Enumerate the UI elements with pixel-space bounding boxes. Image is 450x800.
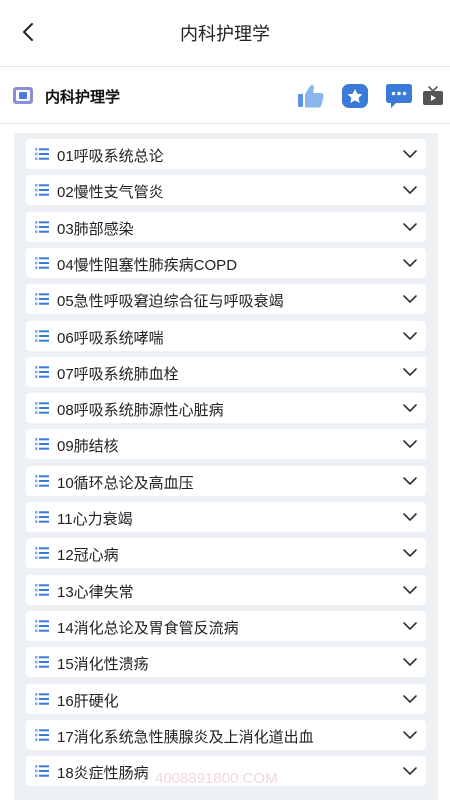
chapter-item[interactable]: 05急性呼吸窘迫综合征与呼吸衰竭 [26,284,426,315]
chat-bubble-icon [386,84,412,108]
chapter-item[interactable]: 06呼吸系统哮喘 [26,320,426,351]
chapter-title: 09肺结核 [57,438,119,456]
list-icon [35,547,49,560]
course-bar: 内科护理学 [0,67,450,123]
chevron-down-icon[interactable] [402,729,418,741]
chevron-down-icon[interactable] [402,438,418,450]
chapter-item[interactable]: 01呼吸系统总论 [26,139,426,169]
nav-bar: 内科护理学 [0,0,450,66]
chapter-title: 06呼吸系统哮喘 [57,329,164,347]
list-icon [35,220,49,233]
comment-button[interactable] [385,83,413,109]
list-icon [35,619,49,632]
list-icon [35,656,49,669]
list-icon [35,148,49,160]
chapter-item[interactable]: 14消化总论及胃食管反流病 [26,610,426,641]
course-book-icon [13,87,33,104]
chapter-item[interactable]: 17消化系统急性胰腺炎及上消化道出血 [26,719,426,750]
list-icon [35,329,49,342]
chapter-title: 18炎症性肠病 [57,765,149,783]
chapter-list: 01呼吸系统总论 02慢性支气管炎 03肺部感染 04慢性阻塞性肺疾病COPD 05急性… [14,133,438,800]
chapter-item[interactable]: 08呼吸系统肺源性心脏病 [26,393,426,424]
chapter-title: 01呼吸系统总论 [57,148,164,165]
chapter-title: 13心律失常 [57,583,134,601]
list-icon [35,583,49,596]
chevron-down-icon[interactable] [402,184,418,196]
chevron-down-icon[interactable] [402,148,418,160]
list-icon [35,402,49,415]
list-icon [35,474,49,487]
chapter-item[interactable]: 13心律失常 [26,574,426,605]
thumbs-up-icon [298,84,324,108]
chapter-title: 03肺部感染 [57,220,134,238]
list-icon [35,511,49,523]
chapter-title: 10循环总论及高血压 [57,474,194,492]
chapter-item[interactable]: 12冠心病 [26,538,426,569]
list-icon [35,765,49,778]
chapter-title: 11心力衰竭 [57,511,133,528]
chevron-down-icon[interactable] [402,656,418,668]
divider [0,123,450,124]
chapter-item[interactable]: 15消化性溃疡 [26,647,426,678]
chapter-title: 12冠心病 [57,547,119,565]
chevron-down-icon[interactable] [402,402,418,414]
chevron-down-icon[interactable] [402,620,418,632]
chapter-title: 07呼吸系统肺血栓 [57,365,179,383]
tv-icon [423,86,443,105]
chevron-down-icon[interactable] [402,293,418,305]
chapter-title: 17消化系统急性胰腺炎及上消化道出血 [57,728,314,746]
chapter-item[interactable]: 09肺结核 [26,429,426,460]
chapter-title: 14消化总论及胃食管反流病 [57,619,239,637]
chevron-down-icon[interactable] [402,330,418,342]
chapter-item[interactable]: 11心力衰竭 [26,502,426,532]
chevron-down-icon[interactable] [402,366,418,378]
chapter-title: 16肝硬化 [57,692,119,710]
list-icon [35,256,49,269]
chevron-down-icon[interactable] [402,547,418,559]
chevron-down-icon[interactable] [402,511,418,523]
chapter-item[interactable]: 02慢性支气管炎 [26,175,426,206]
chapter-title: 05急性呼吸窘迫综合征与呼吸衰竭 [57,293,284,311]
list-icon [35,728,49,741]
chapter-title: 08呼吸系统肺源性心脏病 [57,402,224,420]
chapter-title: 02慢性支气管炎 [57,184,164,202]
watermark: ：4008891800.COM [140,770,278,787]
list-icon [35,293,49,306]
list-icon [35,438,49,451]
star-icon [342,84,368,108]
list-icon [35,184,49,197]
chevron-down-icon[interactable] [402,221,418,233]
video-button[interactable] [421,83,445,109]
chevron-down-icon[interactable] [402,475,418,487]
chapter-item[interactable]: 16肝硬化 [26,683,426,714]
list-icon [35,365,49,378]
page-title: 内科护理学 [180,24,270,44]
chapter-item[interactable]: 10循环总论及高血压 [26,465,426,496]
chapter-title: 15消化性溃疡 [57,656,149,674]
chapter-item[interactable]: 07呼吸系统肺血栓 [26,356,426,387]
chapter-title: 04慢性阻塞性肺疾病COPD [57,256,238,274]
course-name: 内科护理学 [45,89,121,106]
list-icon [35,692,49,705]
chevron-down-icon[interactable] [402,765,418,777]
chapter-item[interactable]: 03肺部感染 [26,211,426,242]
favorite-button[interactable] [341,83,369,109]
chevron-down-icon[interactable] [402,693,418,705]
chevron-down-icon[interactable] [402,257,418,269]
like-button[interactable] [297,83,325,109]
chevron-down-icon[interactable] [402,584,418,596]
chapter-item[interactable]: 04慢性阻塞性肺疾病COPD [26,247,426,278]
